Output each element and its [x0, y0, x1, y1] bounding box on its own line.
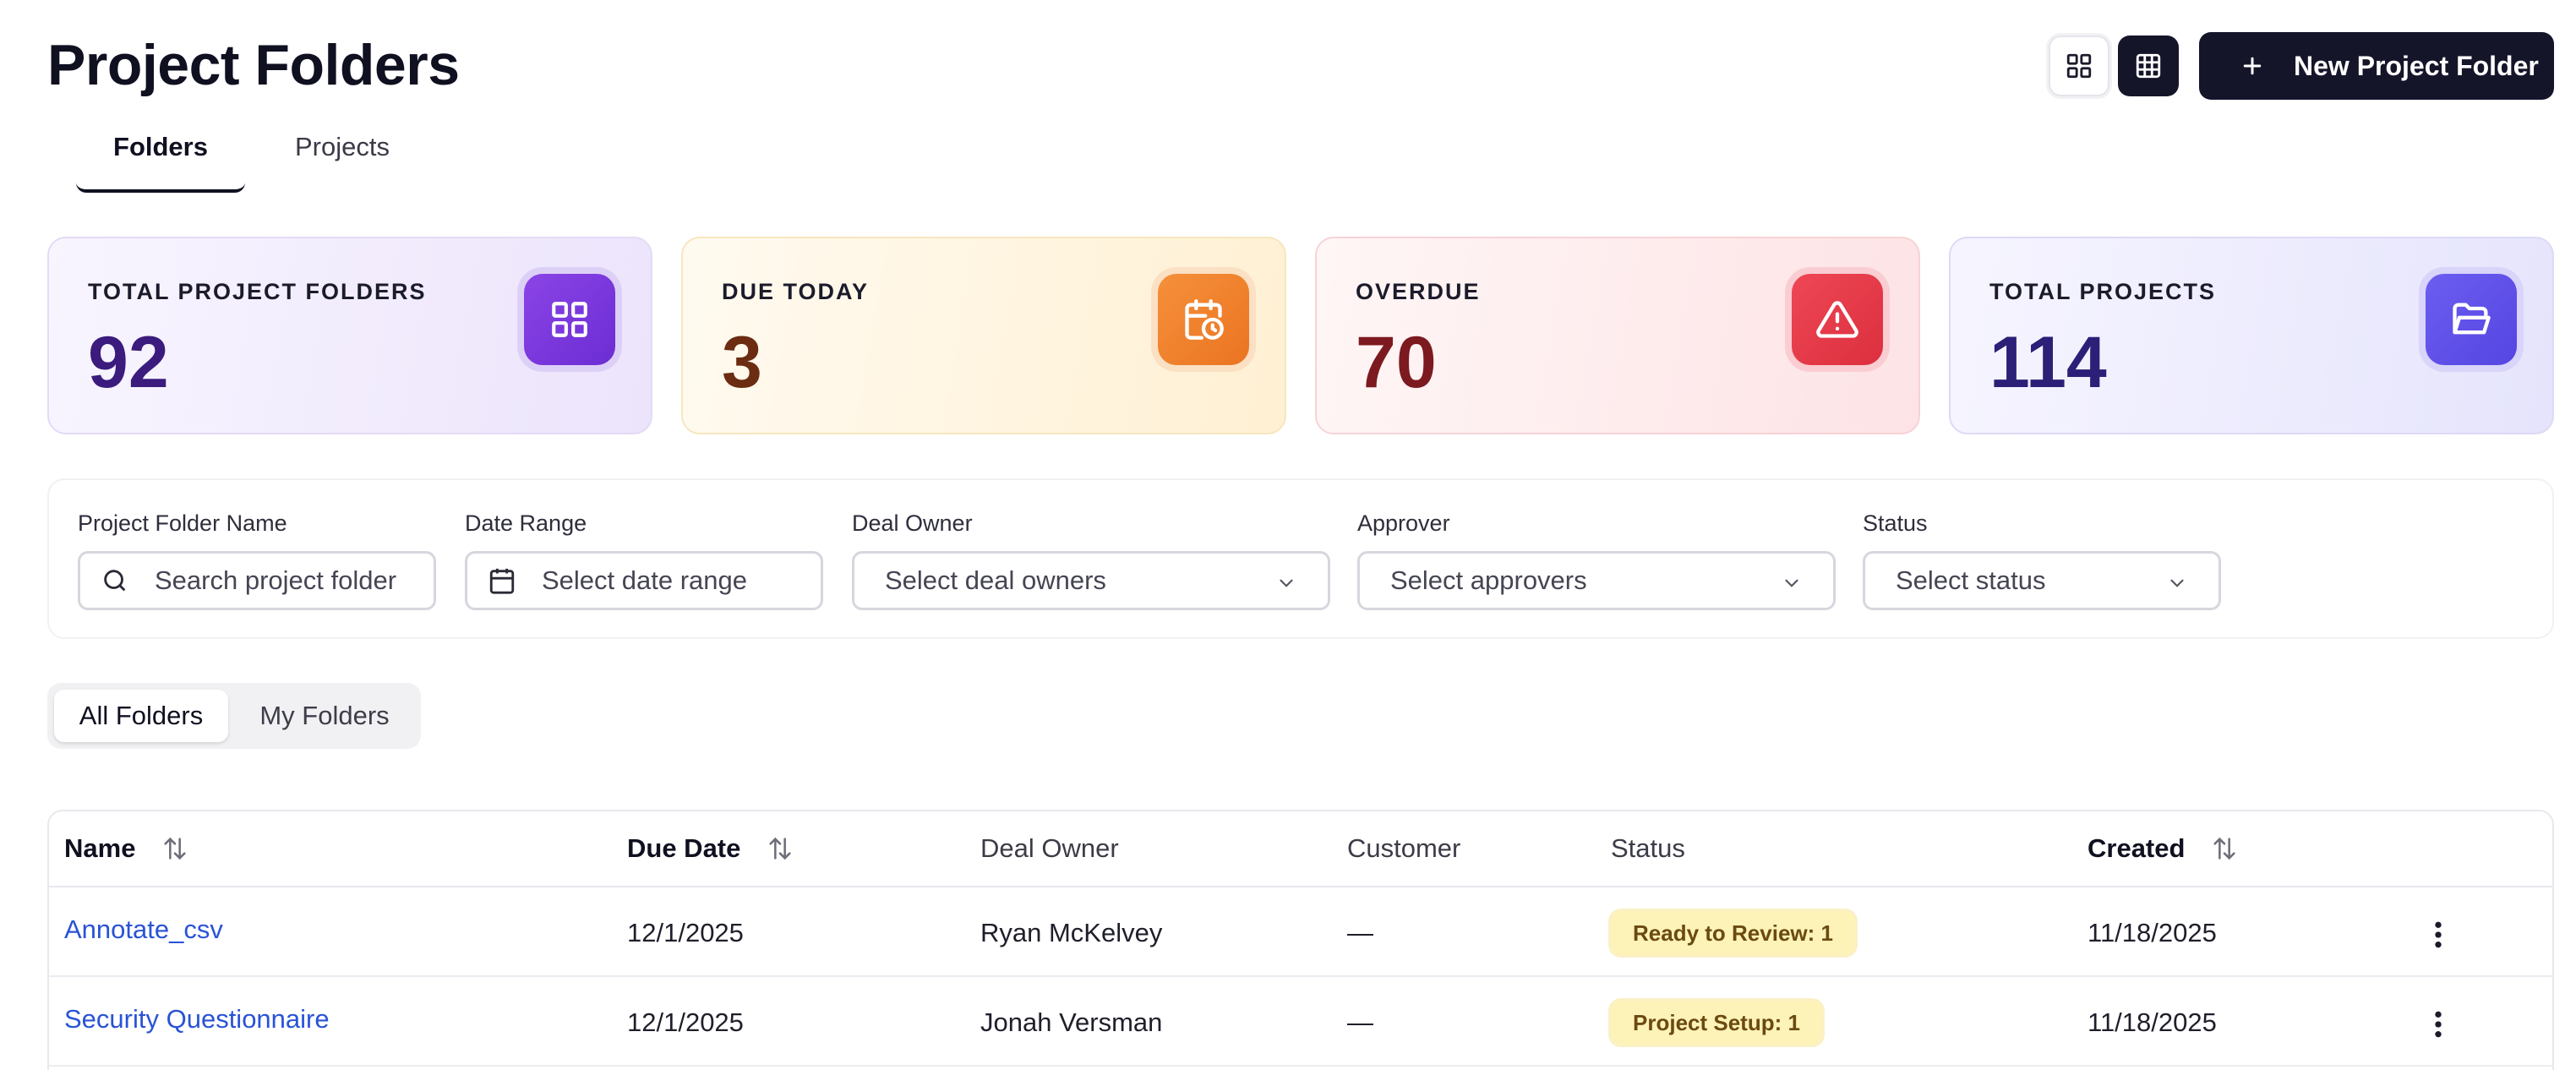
filter-label: Project Folder Name — [78, 510, 287, 536]
created-cell: 11/18/2025 — [2088, 918, 2217, 947]
column-header-deal-owner: Deal Owner — [980, 833, 1119, 863]
sort-icon[interactable] — [2210, 834, 2239, 863]
approver-select[interactable]: Select approvers — [1357, 551, 1836, 610]
warning-icon — [1792, 274, 1883, 365]
calendar-icon — [488, 566, 528, 595]
column-label: Name — [64, 833, 136, 863]
plus-icon — [2240, 53, 2265, 79]
status-select[interactable]: Select status — [1863, 551, 2221, 610]
chevron-down-icon — [1275, 572, 1297, 594]
filter-project-folder-name: Project Folder Name Search project folde… — [78, 510, 436, 610]
filter-approver: Approver Select approvers — [1357, 510, 1836, 610]
due-date-cell: 12/1/2025 — [627, 1007, 744, 1037]
page-title: Project Folders — [47, 33, 460, 97]
filter-label: Status — [1863, 510, 1928, 536]
folder-scope-toggle: All Folders My Folders — [47, 683, 421, 749]
table-icon — [2136, 53, 2161, 79]
due-date-cell: 12/1/2025 — [627, 918, 744, 947]
filter-date-range: Date Range Select date range — [465, 510, 823, 610]
folder-open-icon — [2426, 274, 2517, 365]
table-row[interactable]: Annotate_csv 12/1/2025 Ryan McKelvey — R… — [49, 887, 2552, 977]
grid-icon — [2066, 53, 2092, 79]
approver-placeholder: Select approvers — [1390, 565, 1587, 595]
stat-label: TOTAL PROJECTS — [1989, 279, 2217, 304]
more-options-icon[interactable] — [2426, 1009, 2451, 1040]
sort-icon[interactable] — [161, 834, 189, 863]
filter-label: Deal Owner — [852, 510, 973, 536]
stat-value: 3 — [722, 322, 762, 403]
grid-view-toggle[interactable] — [2049, 35, 2109, 96]
stat-card-total-projects: TOTAL PROJECTS 114 — [1949, 237, 2554, 434]
table-row[interactable]: Security Questionnaire 12/1/2025 Jonah V… — [49, 977, 2552, 1067]
page-tabs: Folders Projects — [76, 127, 439, 193]
status-placeholder: Select status — [1896, 565, 2046, 595]
date-range-picker[interactable]: Select date range — [465, 551, 823, 610]
deal-owner-cell: Jonah Versman — [980, 1007, 1163, 1037]
stat-value: 92 — [88, 322, 169, 403]
my-folders-button[interactable]: My Folders — [232, 690, 418, 742]
filter-label: Date Range — [465, 510, 587, 536]
more-options-icon[interactable] — [2426, 920, 2451, 950]
folders-table: Name Due Date Deal Owner Customer Status… — [47, 810, 2554, 1070]
new-project-folder-label: New Project Folder — [2294, 50, 2539, 81]
customer-cell: — — [1347, 918, 1373, 947]
table-view-toggle[interactable] — [2118, 35, 2179, 96]
search-placeholder: Search project folder — [155, 565, 397, 595]
calendar-clock-icon — [1158, 274, 1249, 365]
customer-cell: — — [1347, 1007, 1373, 1037]
filter-label: Approver — [1357, 510, 1450, 536]
tab-folders[interactable]: Folders — [76, 127, 245, 193]
deal-owner-cell: Ryan McKelvey — [980, 918, 1163, 947]
deal-owner-placeholder: Select deal owners — [885, 565, 1106, 595]
column-header-created[interactable]: Created — [2088, 833, 2239, 864]
status-badge: Project Setup: 1 — [1611, 1001, 1822, 1045]
folder-name-link[interactable]: Annotate_csv — [64, 914, 223, 945]
date-range-placeholder: Select date range — [542, 565, 748, 595]
stat-label: DUE TODAY — [722, 279, 870, 304]
search-input[interactable]: Search project folder — [78, 551, 436, 610]
column-header-name[interactable]: Name — [64, 833, 189, 864]
stat-card-total-project-folders: TOTAL PROJECT FOLDERS 92 — [47, 237, 652, 434]
table-header: Name Due Date Deal Owner Customer Status… — [49, 811, 2552, 887]
chevron-down-icon — [2166, 572, 2188, 594]
created-cell: 11/18/2025 — [2088, 1007, 2217, 1037]
sort-icon[interactable] — [766, 834, 794, 863]
stat-value: 114 — [1989, 322, 2107, 403]
search-icon — [101, 566, 141, 595]
column-label: Created — [2088, 833, 2186, 863]
filter-deal-owner: Deal Owner Select deal owners — [852, 510, 1330, 610]
stat-value: 70 — [1356, 322, 1437, 403]
filter-panel: Project Folder Name Search project folde… — [47, 478, 2554, 639]
deal-owner-select[interactable]: Select deal owners — [852, 551, 1330, 610]
all-folders-button[interactable]: All Folders — [54, 690, 228, 742]
filter-status: Status Select status — [1863, 510, 2221, 610]
column-label: Due Date — [627, 833, 741, 863]
stat-label: OVERDUE — [1356, 279, 1481, 304]
chevron-down-icon — [1781, 572, 1803, 594]
folder-name-link[interactable]: Security Questionnaire — [64, 1004, 330, 1035]
stat-card-due-today: DUE TODAY 3 — [681, 237, 1286, 434]
tab-projects[interactable]: Projects — [245, 127, 439, 193]
stat-label: TOTAL PROJECT FOLDERS — [88, 279, 427, 304]
column-header-status: Status — [1611, 833, 1685, 863]
column-header-customer: Customer — [1347, 833, 1461, 863]
column-header-due-date[interactable]: Due Date — [627, 833, 794, 864]
stat-card-overdue: OVERDUE 70 — [1315, 237, 1920, 434]
grid-icon — [524, 274, 615, 365]
status-badge: Ready to Review: 1 — [1611, 911, 1855, 955]
new-project-folder-button[interactable]: New Project Folder — [2199, 32, 2554, 100]
